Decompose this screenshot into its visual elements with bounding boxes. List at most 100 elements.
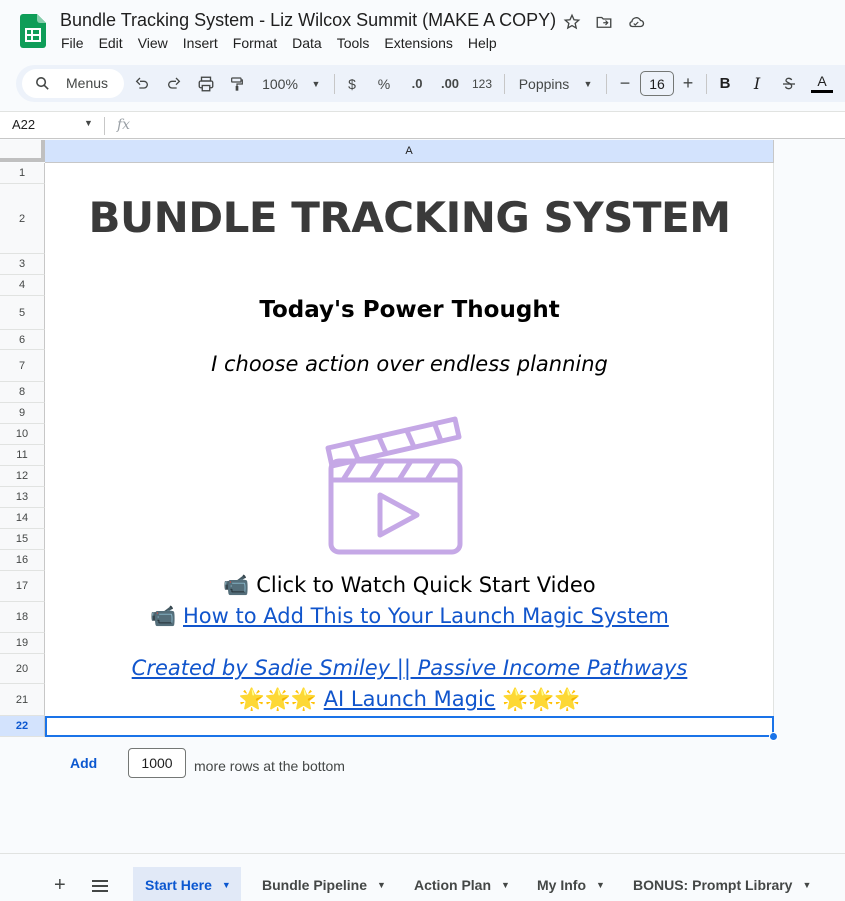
sheets-logo-icon[interactable]: [20, 14, 46, 48]
font-family-select[interactable]: Poppins: [516, 65, 572, 102]
chevron-down-icon[interactable]: ▼: [222, 880, 231, 890]
currency-format[interactable]: $: [344, 65, 360, 102]
row-header[interactable]: 19: [0, 633, 45, 654]
menu-tools[interactable]: Tools: [337, 35, 378, 51]
tab-bonus-prompt-library[interactable]: BONUS: Prompt Library ▼: [621, 867, 821, 901]
active-cell-selection[interactable]: [45, 716, 774, 737]
quick-start-video-line[interactable]: 📹 Click to Watch Quick Start Video: [45, 573, 774, 598]
tab-label: BONUS: Prompt Library: [633, 876, 793, 893]
launch-magic-system-link[interactable]: How to Add This to Your Launch Magic Sys…: [183, 604, 669, 628]
star-icon[interactable]: [562, 12, 582, 32]
video-clapperboard-icon[interactable]: [325, 415, 465, 557]
menu-edit[interactable]: Edit: [99, 35, 131, 51]
paint-format-icon[interactable]: [227, 65, 247, 102]
row-header[interactable]: 11: [0, 445, 45, 466]
menu-view[interactable]: View: [138, 35, 176, 51]
print-icon[interactable]: [195, 65, 217, 102]
add-sheet-icon[interactable]: +: [54, 875, 66, 895]
font-chevron-down-icon[interactable]: ▼: [582, 65, 594, 102]
font-size-input[interactable]: 16: [640, 71, 674, 96]
row-header[interactable]: 9: [0, 403, 45, 424]
ai-launch-magic-line: 🌟🌟🌟 AI Launch Magic 🌟🌟🌟: [45, 687, 774, 712]
sheet-area[interactable]: BUNDLE TRACKING SYSTEM Today's Power Tho…: [45, 163, 774, 737]
formula-bar: A22 ▼ fx: [0, 111, 845, 139]
stars-left-icon: 🌟🌟🌟: [238, 687, 317, 711]
zoom-select[interactable]: 100%: [260, 65, 300, 102]
row-header[interactable]: 14: [0, 508, 45, 529]
row-header[interactable]: 8: [0, 382, 45, 403]
row-header[interactable]: 6: [0, 330, 45, 350]
fx-icon: fx: [117, 117, 131, 133]
row-header[interactable]: 2: [0, 184, 45, 254]
italic-button[interactable]: I: [748, 65, 766, 102]
video-camera-icon: 📹: [223, 573, 250, 597]
row-header[interactable]: 5: [0, 296, 45, 330]
cloud-status-icon[interactable]: [626, 12, 646, 32]
menu-bar: File Edit View Insert Format Data Tools …: [61, 35, 512, 51]
power-thought-heading: Today's Power Thought: [259, 297, 560, 323]
row-header[interactable]: 10: [0, 424, 45, 445]
tab-label: Start Here: [145, 876, 212, 893]
row-header[interactable]: 15: [0, 529, 45, 550]
chevron-down-icon[interactable]: ▼: [501, 880, 510, 890]
column-header-a[interactable]: A: [45, 140, 774, 163]
document-title[interactable]: Bundle Tracking System - Liz Wilcox Summ…: [60, 10, 556, 31]
name-box[interactable]: A22: [12, 117, 35, 132]
decrease-decimal[interactable]: .0: [406, 65, 428, 102]
row-header[interactable]: 17: [0, 571, 45, 602]
fill-handle[interactable]: [769, 732, 778, 741]
row-header[interactable]: 4: [0, 275, 45, 296]
more-formats[interactable]: 123: [470, 65, 494, 102]
chevron-down-icon[interactable]: ▼: [377, 880, 386, 890]
menu-data[interactable]: Data: [292, 35, 330, 51]
search-menus[interactable]: Menus: [22, 69, 124, 98]
strikethrough-icon[interactable]: [780, 65, 798, 102]
row-header[interactable]: 16: [0, 550, 45, 571]
ai-launch-magic-link[interactable]: AI Launch Magic: [324, 687, 496, 711]
power-thought-quote: I choose action over endless planning: [211, 352, 608, 376]
redo-icon[interactable]: [164, 65, 184, 102]
sheet-tab-bar: + Start Here ▼ Bundle Pipeline ▼ Action Pl…: [0, 853, 845, 901]
menu-insert[interactable]: Insert: [183, 35, 226, 51]
chevron-down-icon[interactable]: ▼: [802, 880, 811, 890]
tab-bundle-pipeline[interactable]: Bundle Pipeline ▼: [250, 867, 396, 901]
row-header[interactable]: 12: [0, 466, 45, 487]
menu-extensions[interactable]: Extensions: [384, 35, 460, 51]
video-camera-icon: 📹: [150, 604, 177, 628]
menu-help[interactable]: Help: [468, 35, 505, 51]
text-color-button[interactable]: A: [810, 65, 834, 102]
tab-action-plan[interactable]: Action Plan ▼: [402, 867, 520, 901]
tab-label: Action Plan: [414, 876, 492, 893]
row-header-selected[interactable]: 22: [0, 716, 45, 737]
menu-file[interactable]: File: [61, 35, 92, 51]
launch-magic-link-line: 📹 How to Add This to Your Launch Magic S…: [45, 604, 774, 629]
menu-format[interactable]: Format: [233, 35, 285, 51]
row-header[interactable]: 20: [0, 654, 45, 684]
spreadsheet-app: Bundle Tracking System - Liz Wilcox Summ…: [0, 0, 845, 901]
text-color-swatch: [811, 90, 833, 93]
decrease-font-size[interactable]: −: [617, 65, 633, 102]
move-folder-icon[interactable]: [594, 12, 614, 32]
toolbar: Menus 100% ▼ $ % .0 .00 123 Poppins ▼ − …: [16, 65, 845, 102]
undo-icon[interactable]: [132, 65, 152, 102]
all-sheets-menu-icon[interactable]: [92, 877, 108, 898]
add-rows-button[interactable]: Add: [70, 755, 97, 771]
creator-credit-link[interactable]: Created by Sadie Smiley || Passive Incom…: [45, 656, 774, 680]
row-header[interactable]: 13: [0, 487, 45, 508]
increase-font-size[interactable]: +: [680, 65, 696, 102]
chevron-down-icon[interactable]: ▼: [596, 880, 605, 890]
tab-my-info[interactable]: My Info ▼: [525, 867, 615, 901]
select-all-corner[interactable]: [0, 140, 45, 162]
zoom-chevron-down-icon[interactable]: ▼: [310, 65, 322, 102]
row-header[interactable]: 18: [0, 602, 45, 633]
row-header[interactable]: 21: [0, 684, 45, 716]
add-rows-count-input[interactable]: 1000: [128, 748, 186, 778]
name-box-chevron-down-icon[interactable]: ▼: [84, 118, 93, 128]
tab-start-here[interactable]: Start Here ▼: [133, 867, 241, 901]
bold-button[interactable]: B: [716, 65, 734, 102]
percent-format[interactable]: %: [376, 65, 392, 102]
row-header[interactable]: 7: [0, 350, 45, 382]
increase-decimal[interactable]: .00: [437, 65, 463, 102]
row-header[interactable]: 3: [0, 254, 45, 275]
row-header[interactable]: 1: [0, 163, 45, 184]
